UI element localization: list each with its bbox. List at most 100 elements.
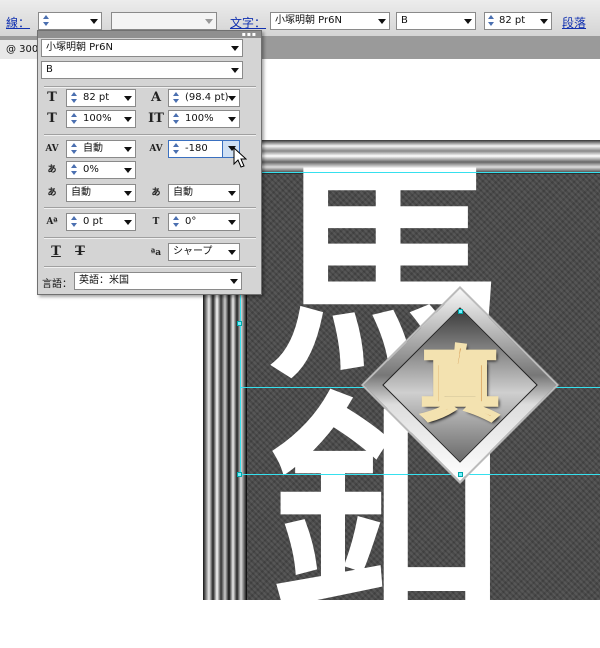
divider — [44, 86, 256, 88]
chevron-down-icon[interactable] — [231, 68, 239, 73]
font-label[interactable]: 文字： — [230, 14, 266, 31]
chevron-down-icon[interactable] — [230, 279, 238, 284]
font-size-field[interactable]: 82 pt — [66, 89, 136, 107]
kerning-value: 自動 — [83, 143, 103, 154]
paragraph-link[interactable]: 段落 — [562, 14, 586, 31]
font-style-select[interactable]: B — [396, 12, 476, 30]
tsume-value: 0% — [83, 164, 99, 175]
tracking-field[interactable]: -180 — [168, 140, 240, 158]
antialias-value: シャープ — [173, 246, 213, 257]
baseline-shift-value: 0 pt — [83, 216, 103, 227]
aki-after-icon: あ — [151, 188, 161, 198]
vertical-scale-icon: T — [47, 111, 57, 126]
font-size-icon: T — [47, 90, 57, 105]
baseline-shift-field[interactable]: 0 pt — [66, 213, 136, 231]
font-size-field[interactable]: 82 pt — [484, 12, 552, 30]
panel-font-style-value: B — [46, 64, 53, 75]
rotation-icon: T — [152, 217, 160, 227]
leading-value: (98.4 pt) — [185, 92, 229, 103]
font-size-value: 82 pt — [83, 92, 110, 103]
font-family-select[interactable]: 小塚明朝 Pr6N — [270, 12, 390, 30]
spinner-icon[interactable] — [171, 141, 181, 157]
spinner-icon[interactable] — [69, 214, 79, 230]
stroke-weight-field[interactable] — [38, 12, 102, 30]
spinner-icon[interactable] — [69, 90, 79, 106]
leading-icon: A — [150, 90, 162, 105]
anchor-point[interactable] — [237, 472, 242, 477]
chevron-down-icon[interactable] — [231, 46, 239, 51]
panel-title-bar[interactable]: ▪▪▪ — [38, 31, 261, 38]
font-family-value: 小塚明朝 Pr6N — [275, 15, 342, 26]
chevron-down-icon[interactable] — [124, 117, 132, 122]
strikethrough-icon[interactable]: T — [72, 244, 88, 260]
rotation-value: 0° — [185, 216, 197, 227]
anchor-point[interactable] — [458, 309, 463, 314]
chevron-down-icon[interactable] — [228, 117, 236, 122]
underline-icon[interactable]: T — [48, 244, 64, 260]
chevron-down-icon[interactable] — [378, 19, 386, 24]
stroke-label[interactable]: 線： — [6, 14, 30, 31]
panel-font-family-value: 小塚明朝 Pr6N — [46, 42, 113, 53]
font-style-value: B — [401, 15, 408, 26]
stroke-style-field[interactable] — [111, 12, 217, 30]
baseline-shift-icon: Aª — [46, 217, 58, 227]
anchor-point[interactable] — [237, 321, 242, 326]
horizontal-scale-icon: IT — [148, 111, 164, 126]
chevron-down-icon[interactable] — [228, 220, 236, 225]
antialias-icon: ªa — [150, 248, 162, 258]
spinner-icon[interactable] — [171, 214, 181, 230]
font-size-spinner-icon[interactable] — [486, 13, 496, 29]
tsume-icon: あ — [47, 165, 57, 175]
rotation-field[interactable]: 0° — [168, 213, 240, 231]
language-value: 英語：米国 — [79, 275, 129, 286]
divider — [44, 134, 256, 136]
language-select[interactable]: 英語：米国 — [74, 272, 242, 290]
guide-line — [240, 172, 600, 173]
chevron-down-icon[interactable] — [464, 19, 472, 24]
stroke-spinner-icon[interactable] — [41, 13, 51, 29]
guide-line — [240, 474, 600, 475]
chevron-down-icon[interactable] — [205, 19, 213, 24]
divider — [44, 207, 256, 209]
aki-after-select[interactable]: 自動 — [168, 184, 240, 202]
spinner-icon[interactable] — [171, 111, 181, 127]
chevron-down-icon[interactable] — [228, 250, 236, 255]
panel-font-style-select[interactable]: B — [41, 61, 243, 79]
language-label: 言語： — [42, 279, 72, 290]
horizontal-scale-value: 100% — [185, 113, 214, 124]
chevron-down-icon[interactable] — [228, 191, 236, 196]
chevron-down-icon[interactable] — [124, 191, 132, 196]
horizontal-scale-field[interactable]: 100% — [168, 110, 240, 128]
antialias-select[interactable]: シャープ — [168, 243, 240, 261]
chevron-down-icon[interactable] — [90, 19, 98, 24]
spinner-icon[interactable] — [69, 162, 79, 178]
spinner-icon[interactable] — [69, 111, 79, 127]
anchor-point[interactable] — [458, 472, 463, 477]
panel-menu-icon[interactable]: ▪▪▪ — [242, 32, 257, 38]
chevron-down-icon[interactable] — [540, 19, 548, 24]
kerning-field[interactable]: 自動 — [66, 140, 136, 158]
kerning-icon: AV — [45, 144, 59, 154]
chevron-down-icon[interactable] — [228, 96, 236, 101]
vertical-scale-value: 100% — [83, 113, 112, 124]
aki-after-value: 自動 — [173, 187, 193, 198]
emblem-character[interactable]: 真 — [400, 325, 520, 445]
tracking-value: -180 — [185, 143, 208, 154]
mouse-pointer-icon — [233, 147, 247, 168]
divider — [44, 237, 256, 239]
chevron-down-icon[interactable] — [124, 168, 132, 173]
font-size-value: 82 pt — [499, 15, 526, 26]
chevron-down-icon[interactable] — [124, 147, 132, 152]
chevron-down-icon[interactable] — [124, 220, 132, 225]
vertical-scale-field[interactable]: 100% — [66, 110, 136, 128]
leading-field[interactable]: (98.4 pt) — [168, 89, 240, 107]
aki-before-icon: あ — [47, 188, 57, 198]
character-panel: ▪▪▪ 小塚明朝 Pr6N B T 82 pt A (98.4 pt) T 10… — [37, 30, 262, 295]
spinner-icon[interactable] — [69, 141, 79, 157]
tsume-field[interactable]: 0% — [66, 161, 136, 179]
chevron-down-icon[interactable] — [124, 96, 132, 101]
divider — [44, 266, 256, 268]
panel-font-family-select[interactable]: 小塚明朝 Pr6N — [41, 39, 243, 57]
spinner-icon[interactable] — [171, 90, 181, 106]
aki-before-select[interactable]: 自動 — [66, 184, 136, 202]
